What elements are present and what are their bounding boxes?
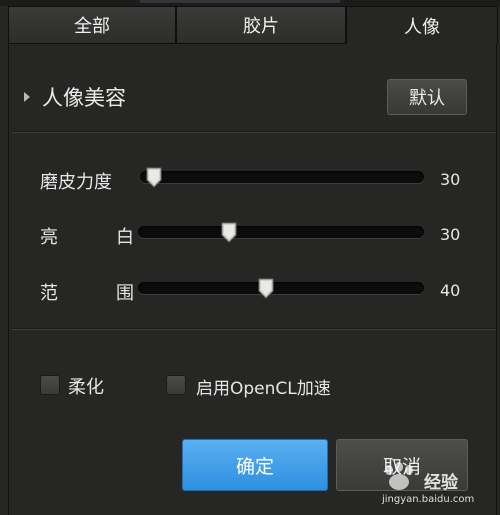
range-slider-thumb[interactable] xyxy=(257,277,275,299)
watermark-brand: 经验 xyxy=(424,473,458,493)
soften-label: 柔化 xyxy=(68,377,104,398)
whitening-value: 30 xyxy=(440,225,461,244)
range-value: 40 xyxy=(440,281,461,300)
ok-button[interactable]: 确定 xyxy=(182,439,328,491)
smoothing-slider-track[interactable] xyxy=(140,167,424,188)
whitening-slider-thumb[interactable] xyxy=(220,221,238,243)
default-button[interactable]: 默认 xyxy=(387,79,467,115)
panel-border-right xyxy=(496,44,497,515)
baidu-paw-icon xyxy=(385,462,413,490)
range-label-right: 围 xyxy=(116,283,134,304)
smoothing-slider-thumb[interactable] xyxy=(145,166,163,188)
section-title: 人像美容 xyxy=(42,86,126,110)
expand-triangle-icon xyxy=(24,92,30,102)
opencl-label: 启用OpenCL加速 xyxy=(196,379,331,399)
whitening-slider-track[interactable] xyxy=(138,222,424,243)
smoothing-value: 30 xyxy=(440,170,461,189)
smoothing-label: 磨皮力度 xyxy=(40,172,112,193)
tab-all[interactable]: 全部 xyxy=(8,6,176,44)
section-header[interactable]: 人像美容 xyxy=(24,80,126,114)
tab-bar: 全部 胶片 人像 xyxy=(8,6,498,44)
divider xyxy=(12,131,496,133)
range-slider-track[interactable] xyxy=(138,278,424,299)
top-highlight xyxy=(140,0,340,3)
watermark: 经验 jingyan.baidu.com xyxy=(380,460,498,510)
range-label-left: 范 xyxy=(40,283,58,304)
brightness-label-right: 白 xyxy=(116,227,134,248)
opencl-checkbox[interactable] xyxy=(166,375,186,395)
divider xyxy=(12,328,496,330)
soften-checkbox[interactable] xyxy=(40,375,60,395)
tab-film[interactable]: 胶片 xyxy=(176,6,346,44)
panel-border-left xyxy=(8,44,9,515)
tab-portrait[interactable]: 人像 xyxy=(346,6,498,44)
brightness-label-left: 亮 xyxy=(40,227,58,248)
watermark-url: jingyan.baidu.com xyxy=(382,494,475,505)
